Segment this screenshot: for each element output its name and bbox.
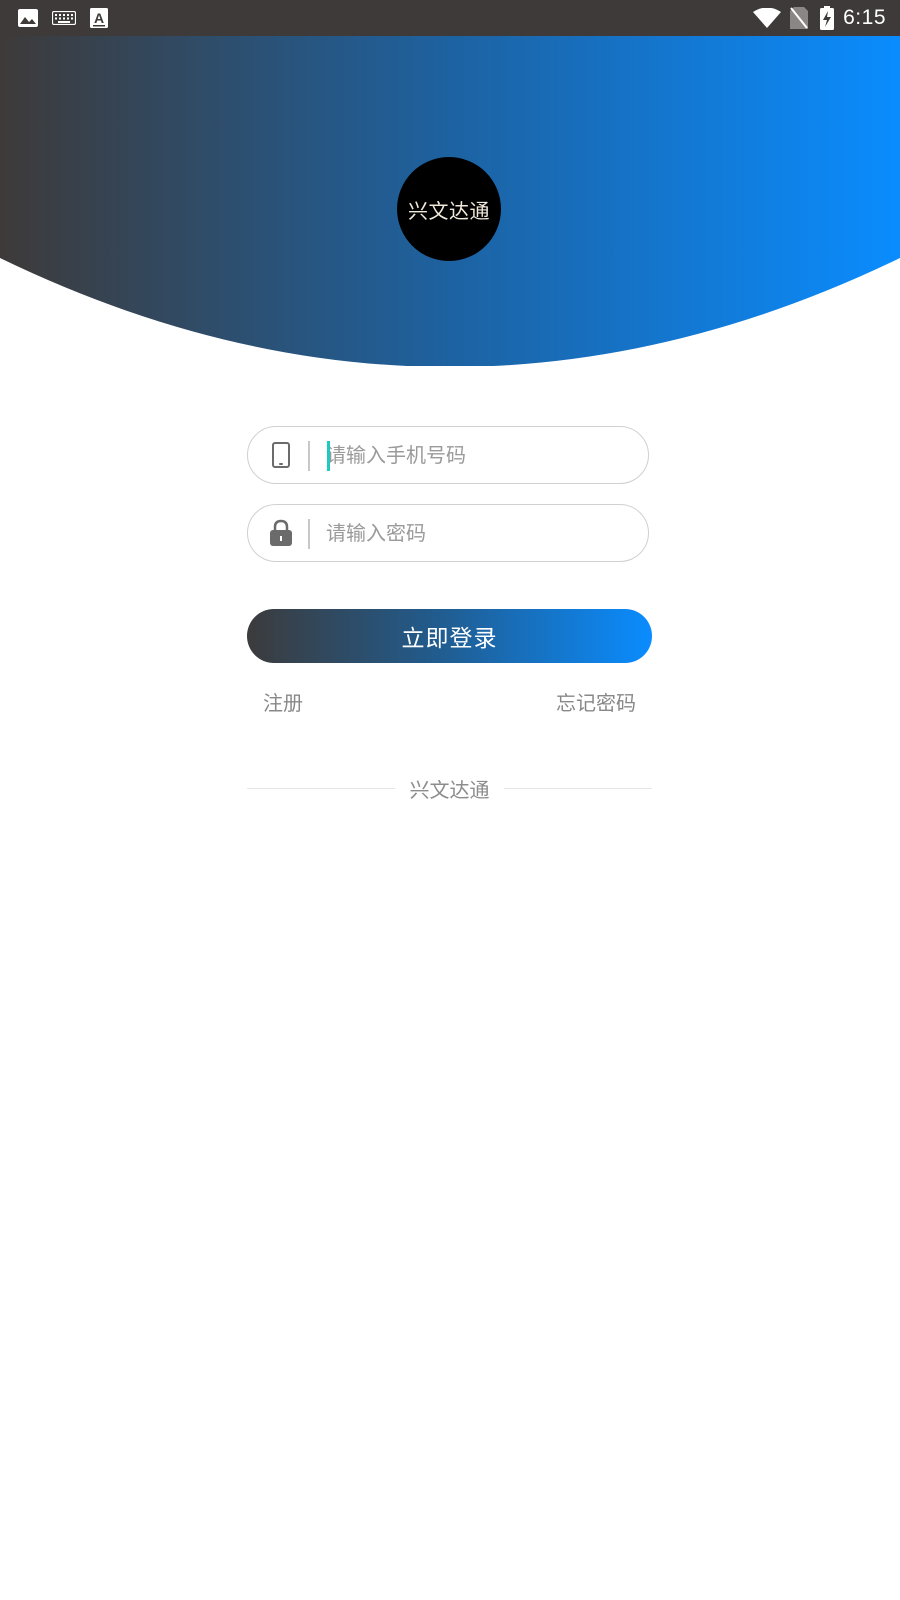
phone-icon xyxy=(268,441,294,469)
login-screen: A 6:15 兴文达通 请输入手机号码 立即登录 注册 忘记密码 兴文达通 xyxy=(0,0,900,1600)
phone-field-divider xyxy=(308,441,310,471)
lock-icon xyxy=(268,519,294,547)
svg-text:A: A xyxy=(94,10,104,26)
text-caret xyxy=(327,441,330,471)
login-button[interactable]: 立即登录 xyxy=(247,609,652,663)
gallery-icon xyxy=(16,7,40,29)
footer-brand: 兴文达通 xyxy=(409,778,490,802)
no-sim-icon xyxy=(788,7,810,29)
app-logo: 兴文达通 xyxy=(397,157,501,261)
forgot-password-link[interactable]: 忘记密码 xyxy=(556,687,636,716)
wifi-icon xyxy=(752,7,782,29)
password-field-divider xyxy=(308,519,310,549)
password-field[interactable] xyxy=(247,504,649,562)
keyboard-icon xyxy=(51,7,77,29)
font-a-icon: A xyxy=(88,7,110,29)
password-input[interactable] xyxy=(326,505,636,560)
status-bar: A 6:15 xyxy=(0,0,900,36)
register-link[interactable]: 注册 xyxy=(263,687,303,716)
brand-divider-right xyxy=(504,788,652,789)
phone-input[interactable] xyxy=(326,427,636,482)
battery-charging-icon xyxy=(819,6,835,30)
phone-field[interactable] xyxy=(247,426,649,484)
status-time: 6:15 xyxy=(843,6,886,29)
brand-divider-left xyxy=(247,788,395,789)
logo-text: 兴文达通 xyxy=(408,198,490,223)
